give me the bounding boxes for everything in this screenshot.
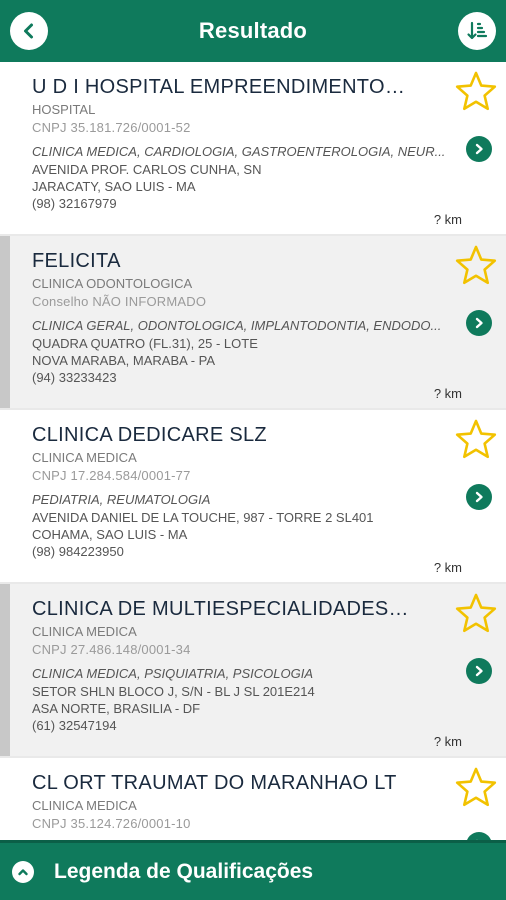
provider-distance: ? km — [433, 560, 462, 575]
provider-distance: ? km — [433, 212, 462, 227]
provider-type: CLINICA MEDICA — [32, 624, 137, 639]
provider-phone: (94) 33233423 — [32, 370, 117, 385]
provider-address-line1: QUADRA QUATRO (FL.31), 25 - LOTE — [32, 336, 258, 351]
legend-label: Legenda de Qualificações — [54, 859, 314, 883]
star-outline-icon[interactable] — [454, 766, 498, 810]
chevron-right-icon — [475, 143, 483, 155]
provider-name: CLINICA DEDICARE SLZ — [32, 424, 267, 446]
star-outline-icon[interactable] — [454, 418, 498, 462]
provider-address-line1: AVENIDA DANIEL DE LA TOUCHE, 987 - TORRE… — [32, 510, 374, 525]
result-card[interactable]: FELICITA CLINICA ODONTOLOGICA Conselho N… — [0, 236, 506, 408]
app-header: Resultado — [0, 0, 506, 62]
open-details-button[interactable] — [466, 484, 492, 510]
star-outline-icon[interactable] — [454, 592, 498, 636]
provider-address-line1: SETOR SHLN BLOCO J, S/N - BL J SL 201E21… — [32, 684, 315, 699]
chevron-right-icon — [475, 491, 483, 503]
star-outline-icon[interactable] — [454, 244, 498, 288]
provider-type: CLINICA MEDICA — [32, 450, 137, 465]
star-outline-icon[interactable] — [454, 70, 498, 114]
provider-registration: CNPJ 35.124.726/0001-10 — [32, 816, 191, 831]
expand-button[interactable] — [12, 860, 34, 883]
provider-registration: CNPJ 35.181.726/0001-52 — [32, 120, 191, 135]
provider-address-line2: NOVA MARABA, MARABA - PA — [32, 353, 216, 368]
provider-type: HOSPITAL — [32, 102, 96, 117]
open-details-button[interactable] — [466, 658, 492, 684]
provider-phone: (61) 32547194 — [32, 718, 117, 733]
chevron-up-icon — [18, 868, 28, 875]
provider-registration: CNPJ 27.486.148/0001-34 — [32, 642, 191, 657]
provider-phone: (98) 984223950 — [32, 544, 124, 559]
provider-name: CL ORT TRAUMAT DO MARANHAO LT — [32, 772, 397, 794]
page-title: Resultado — [198, 18, 308, 43]
provider-specialties: CLINICA MEDICA, CARDIOLOGIA, GASTROENTER… — [32, 144, 446, 159]
back-button[interactable] — [10, 12, 48, 50]
provider-name: U D I HOSPITAL EMPREENDIMENTOS M... — [32, 76, 412, 98]
open-details-button[interactable] — [466, 136, 492, 162]
provider-distance: ? km — [433, 734, 462, 749]
results-list[interactable]: U D I HOSPITAL EMPREENDIMENTOS M... HOSP… — [0, 62, 506, 840]
provider-distance: ? km — [433, 386, 462, 401]
provider-address-line2: COHAMA, SAO LUIS - MA — [32, 527, 188, 542]
provider-specialties: CLINICA MEDICA, PSIQUIATRIA, PSICOLOGIA — [32, 666, 313, 681]
provider-specialties: PEDIATRIA, REUMATOLOGIA — [32, 492, 211, 507]
sort-icon — [467, 21, 488, 40]
provider-type: CLINICA MEDICA — [32, 798, 137, 813]
provider-phone: (98) 32167979 — [32, 196, 117, 211]
provider-type: CLINICA ODONTOLOGICA — [32, 276, 193, 291]
result-card[interactable]: CL ORT TRAUMAT DO MARANHAO LT CLINICA ME… — [0, 758, 506, 840]
provider-address-line2: ASA NORTE, BRASILIA - DF — [32, 701, 201, 716]
sort-button[interactable] — [458, 12, 496, 50]
provider-address-line2: JARACATY, SAO LUIS - MA — [32, 179, 196, 194]
result-card[interactable]: CLINICA DEDICARE SLZ CLINICA MEDICA CNPJ… — [0, 410, 506, 582]
open-details-button[interactable] — [466, 310, 492, 336]
provider-address-line1: AVENIDA PROF. CARLOS CUNHA, SN — [32, 162, 262, 177]
provider-registration: CNPJ 17.284.584/0001-77 — [32, 468, 191, 483]
result-card[interactable]: CLINICA DE MULTIESPECIALIDADES ARR... CL… — [0, 584, 506, 756]
provider-registration: Conselho NÃO INFORMADO — [32, 294, 207, 309]
chevron-right-icon — [475, 317, 483, 329]
provider-specialties: CLINICA GERAL, ODONTOLOGICA, IMPLANTODON… — [32, 318, 442, 333]
result-card[interactable]: U D I HOSPITAL EMPREENDIMENTOS M... HOSP… — [0, 62, 506, 234]
chevron-right-icon — [475, 665, 483, 677]
provider-name: FELICITA — [32, 250, 121, 272]
qualifications-legend-bar[interactable]: Legenda de Qualificações — [0, 840, 506, 900]
provider-name: CLINICA DE MULTIESPECIALIDADES ARR... — [32, 598, 412, 620]
chevron-left-icon — [24, 23, 33, 39]
